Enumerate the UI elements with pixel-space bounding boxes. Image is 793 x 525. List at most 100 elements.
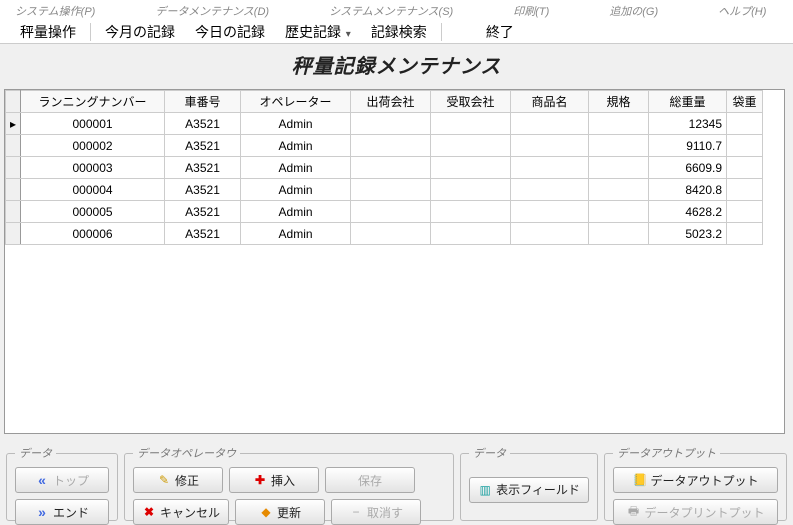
- cell-car[interactable]: A3521: [165, 157, 241, 179]
- menu-system-op[interactable]: システム操作(P): [15, 3, 95, 17]
- cell-bags[interactable]: [727, 157, 763, 179]
- col-spec[interactable]: 規格: [589, 91, 649, 113]
- cell-shipper[interactable]: [351, 135, 431, 157]
- cell-operator[interactable]: Admin: [241, 135, 351, 157]
- row-selector[interactable]: [6, 135, 21, 157]
- cell-bags[interactable]: [727, 135, 763, 157]
- cell-product[interactable]: [511, 179, 589, 201]
- table-row[interactable]: 000005A3521Admin 4628.2: [6, 201, 763, 223]
- cell-car[interactable]: A3521: [165, 179, 241, 201]
- row-selector[interactable]: [6, 157, 21, 179]
- cell-gross[interactable]: 12345: [649, 113, 727, 135]
- cell-receiver[interactable]: [431, 157, 511, 179]
- cell-bags[interactable]: [727, 179, 763, 201]
- update-button[interactable]: ◆ 更新: [235, 499, 325, 525]
- cell-spec[interactable]: [589, 157, 649, 179]
- cell-receiver[interactable]: [431, 179, 511, 201]
- cell-running[interactable]: 000004: [21, 179, 165, 201]
- group-data-2: データ ▥ 表示フィールド: [460, 445, 598, 521]
- cell-shipper[interactable]: [351, 157, 431, 179]
- cell-car[interactable]: A3521: [165, 201, 241, 223]
- cell-spec[interactable]: [589, 201, 649, 223]
- cell-product[interactable]: [511, 201, 589, 223]
- table-row[interactable]: ▸000001A3521Admin 12345: [6, 113, 763, 135]
- cell-operator[interactable]: Admin: [241, 179, 351, 201]
- cell-receiver[interactable]: [431, 113, 511, 135]
- data-grid[interactable]: ランニングナンバー 車番号 オペレーター 出荷会社 受取会社 商品名 規格 総重…: [4, 89, 785, 434]
- menu-sys-maint[interactable]: システムメンテナンス(S): [329, 3, 453, 17]
- cell-gross[interactable]: 6609.9: [649, 157, 727, 179]
- cell-operator[interactable]: Admin: [241, 223, 351, 245]
- undo-button[interactable]: − 取消す: [331, 499, 421, 525]
- cell-product[interactable]: [511, 135, 589, 157]
- cell-gross[interactable]: 4628.2: [649, 201, 727, 223]
- cell-shipper[interactable]: [351, 113, 431, 135]
- top-button[interactable]: « トップ: [15, 467, 109, 493]
- cell-bags[interactable]: [727, 223, 763, 245]
- col-product[interactable]: 商品名: [511, 91, 589, 113]
- cell-shipper[interactable]: [351, 201, 431, 223]
- cell-gross[interactable]: 5023.2: [649, 223, 727, 245]
- cell-receiver[interactable]: [431, 135, 511, 157]
- cell-running[interactable]: 000002: [21, 135, 165, 157]
- insert-button[interactable]: ✚ 挿入: [229, 467, 319, 493]
- col-bags[interactable]: 袋重: [727, 91, 763, 113]
- cell-running[interactable]: 000005: [21, 201, 165, 223]
- cell-operator[interactable]: Admin: [241, 157, 351, 179]
- col-running[interactable]: ランニングナンバー: [21, 91, 165, 113]
- cell-receiver[interactable]: [431, 223, 511, 245]
- cell-shipper[interactable]: [351, 223, 431, 245]
- toolbar-history[interactable]: 歴史記録 ▾: [275, 22, 361, 42]
- cell-car[interactable]: A3521: [165, 113, 241, 135]
- show-fields-button[interactable]: ▥ 表示フィールド: [469, 477, 589, 503]
- cell-product[interactable]: [511, 113, 589, 135]
- table-row[interactable]: 000006A3521Admin 5023.2: [6, 223, 763, 245]
- cell-operator[interactable]: Admin: [241, 113, 351, 135]
- cell-shipper[interactable]: [351, 179, 431, 201]
- cell-car[interactable]: A3521: [165, 223, 241, 245]
- cell-operator[interactable]: Admin: [241, 201, 351, 223]
- cell-running[interactable]: 000003: [21, 157, 165, 179]
- save-button[interactable]: 保存: [325, 467, 415, 493]
- menu-print[interactable]: 印刷(T): [513, 3, 549, 17]
- row-selector[interactable]: [6, 223, 21, 245]
- menu-add[interactable]: 追加の(G): [609, 3, 658, 17]
- row-selector[interactable]: [6, 179, 21, 201]
- cell-car[interactable]: A3521: [165, 135, 241, 157]
- cell-spec[interactable]: [589, 223, 649, 245]
- toolbar-exit[interactable]: 終了: [476, 22, 524, 42]
- col-receiver[interactable]: 受取会社: [431, 91, 511, 113]
- toolbar-weigh[interactable]: 秤量操作: [10, 22, 86, 42]
- cell-bags[interactable]: [727, 201, 763, 223]
- menu-data-maint[interactable]: データメンテナンス(D): [155, 3, 269, 17]
- toolbar-today[interactable]: 今日の記録: [185, 22, 275, 42]
- table-row[interactable]: 000004A3521Admin 8420.8: [6, 179, 763, 201]
- col-operator[interactable]: オペレーター: [241, 91, 351, 113]
- col-car[interactable]: 車番号: [165, 91, 241, 113]
- cell-spec[interactable]: [589, 113, 649, 135]
- cell-spec[interactable]: [589, 179, 649, 201]
- menu-help[interactable]: ヘルプ(H): [718, 3, 766, 17]
- cell-product[interactable]: [511, 157, 589, 179]
- cell-running[interactable]: 000001: [21, 113, 165, 135]
- cell-gross[interactable]: 9110.7: [649, 135, 727, 157]
- cell-gross[interactable]: 8420.8: [649, 179, 727, 201]
- data-print-button[interactable]: 🖶 データプリントプット: [613, 499, 778, 525]
- data-output-button[interactable]: 📒 データアウトプット: [613, 467, 778, 493]
- row-selector[interactable]: [6, 201, 21, 223]
- col-shipper[interactable]: 出荷会社: [351, 91, 431, 113]
- end-button[interactable]: » エンド: [15, 499, 109, 525]
- cancel-button[interactable]: ✖ キャンセル: [133, 499, 229, 525]
- cell-receiver[interactable]: [431, 201, 511, 223]
- cell-running[interactable]: 000006: [21, 223, 165, 245]
- toolbar-search[interactable]: 記録検索: [361, 22, 437, 42]
- cell-spec[interactable]: [589, 135, 649, 157]
- row-selector[interactable]: ▸: [6, 113, 21, 135]
- cell-bags[interactable]: [727, 113, 763, 135]
- toolbar-month[interactable]: 今月の記録: [95, 22, 185, 42]
- col-gross[interactable]: 総重量: [649, 91, 727, 113]
- table-row[interactable]: 000002A3521Admin 9110.7: [6, 135, 763, 157]
- cell-product[interactable]: [511, 223, 589, 245]
- table-row[interactable]: 000003A3521Admin 6609.9: [6, 157, 763, 179]
- edit-button[interactable]: ✎ 修正: [133, 467, 223, 493]
